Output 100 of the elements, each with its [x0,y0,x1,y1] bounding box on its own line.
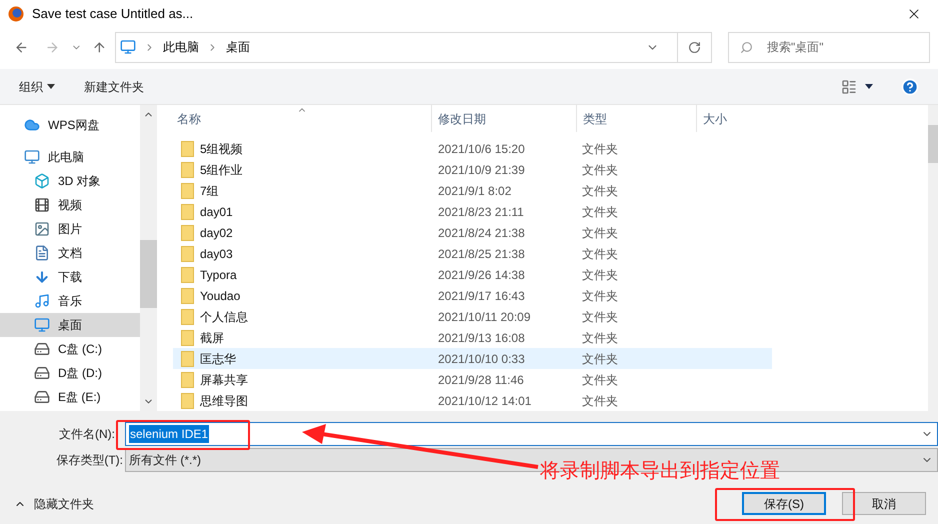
file-name-field[interactable]: selenium IDE1 [125,422,938,446]
new-folder-button[interactable]: 新建文件夹 [84,78,144,96]
modified-date: 2021/8/23 21:11 [437,204,525,220]
caret-icon [47,84,55,89]
address-bar[interactable]: 此电脑 桌面 [114,32,712,62]
folder-icon [181,204,194,220]
drive-icon [34,389,50,405]
modified-date: 2021/8/24 21:38 [437,224,526,242]
file-row[interactable]: 匡志华 2021/10/10 0:33 文件夹 [173,348,772,369]
refresh-icon [688,40,701,54]
modified-date: 2021/10/6 15:20 [437,140,526,158]
file-type: 文件夹 [581,162,619,178]
folder-icon [181,246,194,262]
folder-icon [181,224,194,240]
sidebar-item[interactable]: 文档 [0,241,140,265]
file-type: 文件夹 [581,224,619,242]
file-row[interactable]: 个人信息 2021/10/11 20:09 文件夹 [173,306,772,327]
file-name: day03 [200,246,233,262]
computer-icon [24,149,40,165]
breadcrumb-item[interactable]: 桌面 [226,38,250,56]
file-type: 文件夹 [581,266,619,284]
modified-date: 2021/10/9 21:39 [437,162,526,178]
help-icon[interactable] [901,78,919,96]
file-row[interactable]: day02 2021/8/24 21:38 文件夹 [173,222,772,243]
field-label: 保存类型(T): [55,452,124,469]
selected-text: selenium IDE1 [129,425,210,443]
folder-icon [181,392,194,408]
file-name: 匡志华 [200,350,236,368]
breadcrumb-item[interactable]: 此电脑 [162,38,199,56]
sidebar-item[interactable]: E盘 (E:) [0,385,140,409]
column-header[interactable]: 类型 [576,105,696,132]
column-header[interactable]: 名称 [173,105,431,132]
file-row[interactable]: day01 2021/8/23 21:11 文件夹 [173,201,772,222]
file-name: 5组作业 [200,162,243,178]
column-header[interactable]: 修改日期 [431,105,576,132]
folder-icon [181,330,194,346]
cancel-button[interactable]: 取消 [842,492,926,515]
modified-date: 2021/9/1 8:02 [437,182,512,200]
sidebar-item[interactable]: 下载 [0,265,140,289]
sidebar-item[interactable]: 桌面 [0,313,140,337]
file-name: day02 [200,224,233,242]
modified-date: 2021/9/26 14:38 [437,266,526,284]
modified-date: 2021/9/28 11:46 [437,372,525,388]
modified-date: 2021/8/25 21:38 [437,246,526,262]
hide-folders-toggle[interactable]: 隐藏文件夹 [0,495,94,513]
list-view-icon [841,78,857,94]
folder-icon [181,372,194,388]
modified-date: 2021/10/12 14:01 [437,392,532,410]
column-header[interactable]: 大小 [696,105,772,132]
file-row[interactable]: 屏幕共享 2021/9/28 11:46 文件夹 [173,369,772,390]
image-icon [34,221,50,237]
sidebar-item[interactable]: 此电脑 [0,145,140,169]
file-type: 文件夹 [581,288,619,304]
file-row[interactable]: 截屏 2021/9/13 16:08 文件夹 [173,327,772,348]
folder-icon [181,266,194,282]
sidebar-item[interactable]: D盘 (D:) [0,361,140,385]
file-type: 文件夹 [581,308,619,326]
window-title: Save test case Untitled as... [32,5,194,24]
file-row[interactable]: 7组 2021/9/1 8:02 文件夹 [173,180,772,201]
file-name: 个人信息 [200,308,248,326]
scrollbar-thumb[interactable] [140,240,157,308]
drive-icon [34,341,50,357]
sidebar-item[interactable]: 图片 [0,217,140,241]
file-type: 文件夹 [581,204,619,220]
file-row[interactable]: day03 2021/8/25 21:38 文件夹 [173,243,772,264]
sidebar-item[interactable]: 视频 [0,193,140,217]
file-row[interactable]: 5组视频 2021/10/6 15:20 文件夹 [173,138,772,159]
caret-icon [865,84,873,89]
file-row[interactable]: 5组作业 2021/10/9 21:39 文件夹 [173,159,772,180]
file-row[interactable]: Youdao 2021/9/17 16:43 文件夹 [173,285,772,306]
file-type: 文件夹 [581,182,619,200]
sidebar-item[interactable]: 3D 对象 [0,169,140,193]
organize-menu[interactable]: 组织 [19,78,55,96]
cube-icon [34,173,50,189]
up-button[interactable] [92,40,107,54]
scrollbar-thumb[interactable] [928,125,938,163]
view-options-button[interactable] [841,78,873,94]
file-name: 思维导图 [200,392,248,410]
sidebar-item[interactable]: 音乐 [0,289,140,313]
file-type: 文件夹 [581,246,619,262]
file-name: Typora [200,266,237,284]
save-button[interactable]: 保存(S) [742,492,826,515]
file-type: 文件夹 [581,140,619,158]
file-type: 文件夹 [581,330,619,346]
document-icon [34,245,50,261]
search-icon [740,40,753,54]
scrollbar[interactable] [928,105,938,411]
search-field[interactable]: 搜索"桌面" [728,32,930,62]
modified-date: 2021/9/17 16:43 [437,288,526,304]
file-row[interactable]: Typora 2021/9/26 14:38 文件夹 [173,264,772,285]
file-name: Youdao [200,288,240,304]
folder-icon [181,162,194,178]
sidebar-item[interactable]: C盘 (C:) [0,337,140,361]
scrollbar[interactable] [140,105,157,411]
folder-icon [181,288,194,304]
back-button[interactable] [14,40,29,54]
sidebar-item[interactable]: WPS网盘 [0,113,140,137]
desktop-icon [120,39,136,55]
folder-icon [181,182,194,198]
file-row[interactable]: 思维导图 2021/10/12 14:01 文件夹 [173,390,772,411]
